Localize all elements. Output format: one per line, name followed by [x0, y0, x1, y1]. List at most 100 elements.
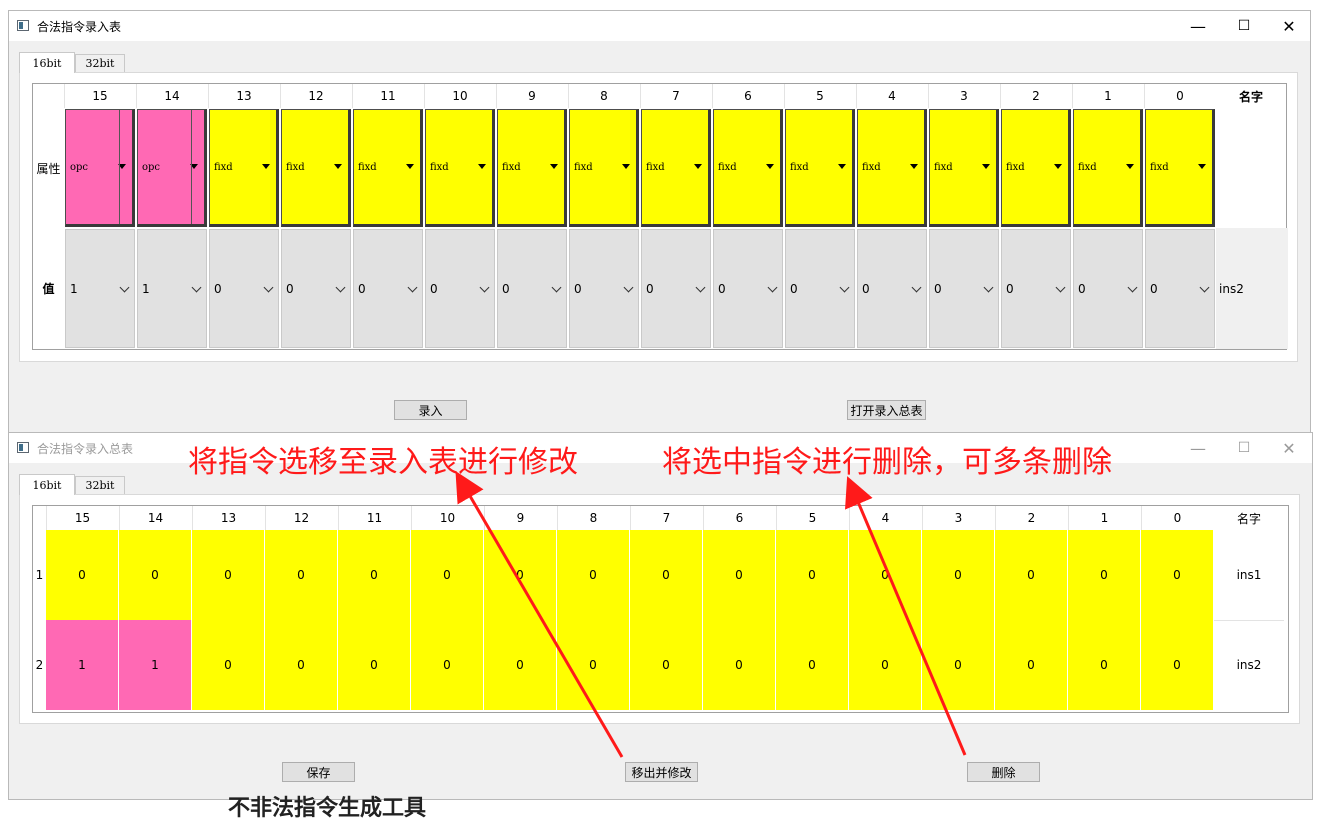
attribute-combobox[interactable]: opc	[137, 109, 207, 227]
move-edit-button[interactable]: 移出并修改	[625, 762, 698, 782]
table-cell[interactable]: 0	[192, 620, 265, 710]
value-combobox[interactable]: 1	[137, 229, 207, 348]
table-cell[interactable]: 0	[1068, 530, 1141, 620]
table-cell[interactable]: 0	[557, 530, 630, 620]
column-header: 6	[744, 89, 752, 103]
attribute-combobox[interactable]: fixd	[929, 109, 999, 227]
value-combobox[interactable]: 0	[929, 229, 999, 348]
attribute-combobox[interactable]: fixd	[713, 109, 783, 227]
tab-32bit[interactable]: 32bit	[75, 54, 125, 73]
attribute-combobox[interactable]: fixd	[785, 109, 855, 227]
table-cell[interactable]: 0	[557, 620, 630, 710]
value-combobox[interactable]: 0	[497, 229, 567, 348]
table-cell[interactable]: 0	[995, 620, 1068, 710]
table-cell[interactable]: 0	[995, 530, 1068, 620]
table-cell[interactable]: 0	[776, 530, 849, 620]
table-cell[interactable]: 0	[411, 620, 484, 710]
value-combobox[interactable]: 0	[425, 229, 495, 348]
table-cell[interactable]: 0	[1141, 530, 1214, 620]
close-button[interactable]: ✕	[1266, 11, 1312, 41]
minimize-button[interactable]: —	[1175, 433, 1221, 463]
attribute-combobox[interactable]: fixd	[1073, 109, 1143, 227]
entry-table: 15 14 13 12 11 10 9 8 7 6 5 4 3 2 1 0 名字 属性值 opc opc fixd fix…	[32, 83, 1288, 350]
table-cell[interactable]: 0	[703, 530, 776, 620]
value-combobox[interactable]: 0	[569, 229, 639, 348]
value-combobox[interactable]: 0	[209, 229, 279, 348]
table-cell[interactable]: 0	[338, 530, 411, 620]
attribute-combobox[interactable]: fixd	[1145, 109, 1215, 227]
maximize-button[interactable]: ☐	[1221, 433, 1267, 463]
table-cell[interactable]: 0	[265, 620, 338, 710]
column-header: 9	[516, 511, 525, 525]
column-header: 5	[816, 89, 824, 103]
dropdown-arrow-icon	[262, 164, 270, 169]
value-combobox[interactable]: 0	[353, 229, 423, 348]
maximize-button[interactable]: ☐	[1221, 11, 1267, 41]
column-header: 10	[439, 511, 456, 525]
value-combobox[interactable]: 0	[1073, 229, 1143, 348]
value-combobox[interactable]: 0	[713, 229, 783, 348]
dropdown-arrow-icon	[838, 164, 846, 169]
table-cell[interactable]: 1	[119, 620, 192, 710]
table-cell[interactable]: 0	[630, 620, 703, 710]
delete-button[interactable]: 删除	[967, 762, 1040, 782]
attribute-combobox[interactable]: fixd	[857, 109, 927, 227]
attribute-combobox[interactable]: fixd	[209, 109, 279, 227]
table-cell[interactable]: 0	[119, 530, 192, 620]
close-button[interactable]: ✕	[1266, 433, 1312, 463]
table-cell[interactable]: 0	[484, 530, 557, 620]
attribute-combobox[interactable]: opc	[65, 109, 135, 227]
table-cell[interactable]: 0	[1141, 620, 1214, 710]
entry-titlebar[interactable]: 合法指令录入表 — ☐ ✕	[9, 11, 1310, 41]
column-separator	[1068, 506, 1069, 530]
save-button[interactable]: 保存	[282, 762, 355, 782]
column-header: 14	[147, 511, 164, 525]
table-cell[interactable]: 0	[338, 620, 411, 710]
attribute-combobox[interactable]: fixd	[281, 109, 351, 227]
table-cell[interactable]: 0	[630, 530, 703, 620]
column-separator	[856, 84, 857, 108]
bit-value: 0	[214, 281, 222, 296]
bit-value: 0	[790, 281, 798, 296]
value-combobox[interactable]: 0	[785, 229, 855, 348]
value-combobox[interactable]: 0	[1001, 229, 1071, 348]
minimize-button[interactable]: —	[1175, 11, 1221, 41]
attribute-combobox[interactable]: fixd	[497, 109, 567, 227]
table-cell[interactable]: 0	[849, 620, 922, 710]
attribute-combobox[interactable]: fixd	[425, 109, 495, 227]
bit-value: 0	[934, 281, 942, 296]
attribute-combobox[interactable]: fixd	[569, 109, 639, 227]
attribute-combobox[interactable]: fixd	[641, 109, 711, 227]
table-cell[interactable]: 0	[411, 530, 484, 620]
value-combobox[interactable]: 0	[857, 229, 927, 348]
table-cell[interactable]: 1	[46, 620, 119, 710]
table-cell[interactable]: 0	[1068, 620, 1141, 710]
submit-button[interactable]: 录入	[394, 400, 467, 420]
value-combobox[interactable]: 0	[281, 229, 351, 348]
tab-16bit[interactable]: 16bit	[19, 474, 75, 495]
column-separator	[630, 506, 631, 530]
tab-32bit[interactable]: 32bit	[75, 476, 125, 495]
table-cell[interactable]: 0	[776, 620, 849, 710]
chevron-down-icon	[623, 282, 634, 292]
chevron-down-icon	[767, 282, 778, 292]
value-combobox[interactable]: 1	[65, 229, 135, 348]
value-combobox[interactable]: 0	[641, 229, 711, 348]
table-cell[interactable]: 0	[265, 530, 338, 620]
table-cell[interactable]: 0	[922, 530, 995, 620]
open-summary-button[interactable]: 打开录入总表	[847, 400, 926, 420]
table-cell[interactable]: 0	[46, 530, 119, 620]
row-index: 1	[35, 568, 44, 582]
table-cell[interactable]: 0	[849, 530, 922, 620]
table-cell[interactable]: 0	[484, 620, 557, 710]
attribute-combobox[interactable]: fixd	[353, 109, 423, 227]
table-cell[interactable]: 0	[922, 620, 995, 710]
column-separator	[338, 506, 339, 530]
table-cell[interactable]: 0	[703, 620, 776, 710]
tab-16bit[interactable]: 16bit	[19, 52, 75, 73]
table-cell[interactable]: 0	[192, 530, 265, 620]
attribute-combobox[interactable]: fixd	[1001, 109, 1071, 227]
column-separator	[1000, 84, 1001, 108]
app-icon	[17, 442, 29, 453]
value-combobox[interactable]: 0	[1145, 229, 1215, 348]
